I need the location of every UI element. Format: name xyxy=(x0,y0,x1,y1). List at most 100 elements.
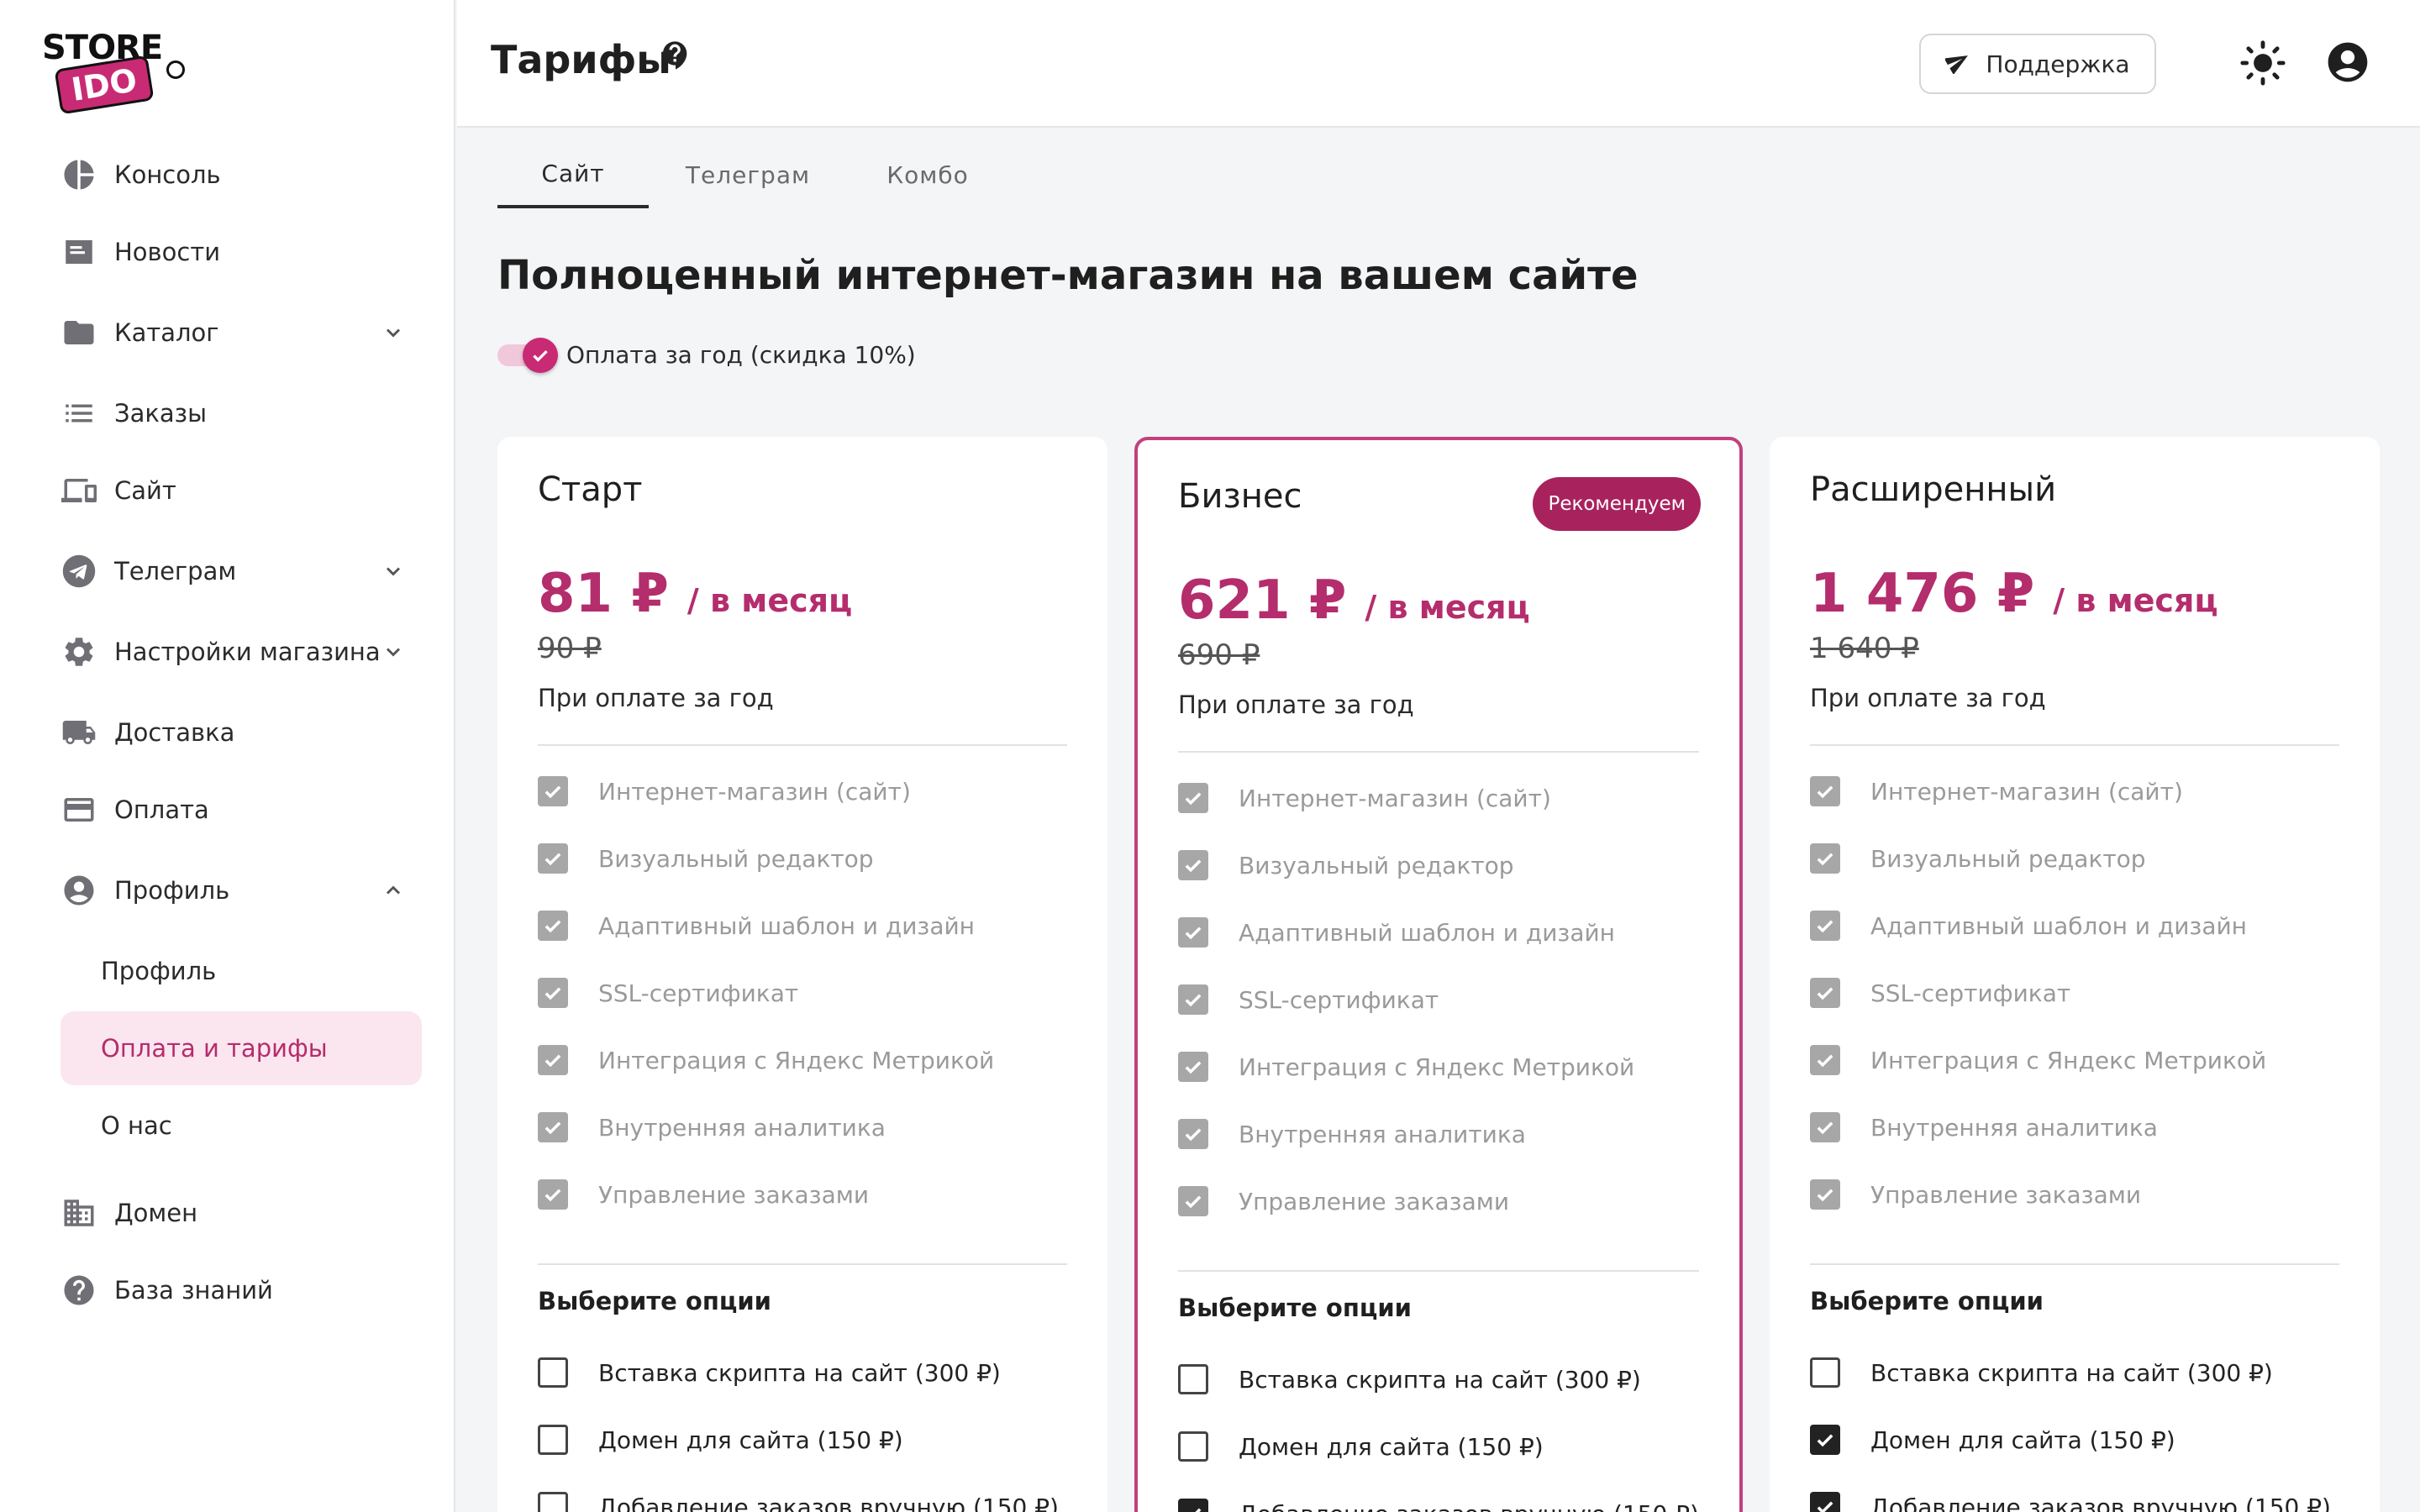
sidebar-item-delivery[interactable]: Доставка xyxy=(60,706,422,759)
feature-label: Внутренняя аналитика xyxy=(1239,1120,1526,1148)
subitem-label: О нас xyxy=(101,1111,172,1140)
sidebar-item-site[interactable]: Сайт xyxy=(60,464,422,517)
old-price: 690 ₽ xyxy=(1178,638,1260,672)
checkbox-checked-disabled-icon xyxy=(1178,917,1208,948)
plan-name: Бизнес xyxy=(1178,477,1302,516)
checkbox-checked-icon[interactable] xyxy=(1810,1425,1840,1455)
checkbox-checked-disabled-icon xyxy=(538,1045,568,1075)
checkbox-checked-disabled-icon xyxy=(1178,1052,1208,1082)
toggle-label: Оплата за год (скидка 10%) xyxy=(566,341,916,369)
divider xyxy=(1810,1263,2339,1265)
plan-card[interactable]: Расширенный 1 476 ₽ / в месяц 1 640 ₽ При … xyxy=(1770,437,2380,1512)
news-icon xyxy=(60,234,97,270)
checkbox-empty-icon[interactable] xyxy=(1178,1364,1208,1394)
checkbox-empty-icon[interactable] xyxy=(538,1425,568,1455)
feature-item: Интеграция с Яндекс Метрикой xyxy=(538,1040,994,1080)
sidebar-item-console[interactable]: Консоль xyxy=(60,148,422,202)
feature-item: Адаптивный шаблон и дизайн xyxy=(1178,912,1615,953)
chevron-up-icon[interactable] xyxy=(381,879,405,906)
option-label: Домен для сайта (150 ₽) xyxy=(1870,1425,2175,1454)
checkbox-checked-disabled-icon xyxy=(1810,978,1840,1008)
feature-label: Интеграция с Яндекс Метрикой xyxy=(1239,1053,1635,1081)
option-item[interactable]: Вставка скрипта на сайт (300 ₽) xyxy=(538,1352,1001,1393)
option-item[interactable]: Вставка скрипта на сайт (300 ₽) xyxy=(1178,1359,1641,1399)
checkbox-checked-disabled-icon xyxy=(1810,843,1840,874)
checkbox-empty-icon[interactable] xyxy=(538,1492,568,1512)
feature-item: SSL-сертификат xyxy=(1178,979,1439,1020)
option-item[interactable]: Вставка скрипта на сайт (300 ₽) xyxy=(1810,1352,2273,1393)
option-item[interactable]: Домен для сайта (150 ₽) xyxy=(1810,1420,2175,1460)
feature-item: Адаптивный шаблон и дизайн xyxy=(538,906,975,946)
sidebar-item-telegram[interactable]: Телеграм xyxy=(60,544,422,598)
tab-site[interactable]: Сайт xyxy=(497,141,649,208)
check-icon xyxy=(533,349,548,362)
feature-label: Визуальный редактор xyxy=(598,844,874,873)
option-label: Вставка скрипта на сайт (300 ₽) xyxy=(598,1358,1001,1387)
plan-name: Расширенный xyxy=(1810,470,2057,509)
yearly-payment-toggle[interactable]: Оплата за год (скидка 10%) xyxy=(497,337,916,373)
tab-label: Сайт xyxy=(541,159,605,187)
feature-label: Интеграция с Яндекс Метрикой xyxy=(1870,1046,2267,1074)
checkbox-checked-disabled-icon xyxy=(538,911,568,941)
feature-item: Управление заказами xyxy=(538,1174,869,1215)
sidebar-item-knowledge-base[interactable]: База знаний xyxy=(60,1263,422,1317)
checkbox-empty-icon[interactable] xyxy=(538,1357,568,1388)
recommended-badge: Рекомендуем xyxy=(1533,477,1701,531)
checkbox-checked-icon[interactable] xyxy=(1810,1492,1840,1512)
option-item[interactable]: Добавление заказов вручную (150 ₽) xyxy=(538,1487,1059,1512)
checkbox-checked-icon[interactable] xyxy=(1178,1499,1208,1512)
checkbox-checked-disabled-icon xyxy=(1810,911,1840,941)
divider xyxy=(538,1263,1067,1265)
toggle-track[interactable] xyxy=(497,337,558,373)
feature-item: Управление заказами xyxy=(1178,1181,1509,1221)
option-item[interactable]: Добавление заказов вручную (150 ₽) xyxy=(1810,1487,2331,1512)
feature-label: Адаптивный шаблон и дизайн xyxy=(1239,918,1615,947)
option-label: Домен для сайта (150 ₽) xyxy=(1239,1432,1544,1461)
tab-combo[interactable]: Комбо xyxy=(852,141,1003,208)
sidebar-item-catalog[interactable]: Каталог xyxy=(60,306,422,360)
feature-item: Интеграция с Яндекс Метрикой xyxy=(1810,1040,2266,1080)
section-title: Полноценный интернет-магазин на вашем са… xyxy=(497,252,1639,299)
sidebar-item-store-settings[interactable]: Настройки магазина xyxy=(60,625,422,679)
sidebar-subitem-about[interactable]: О нас xyxy=(60,1089,422,1163)
store-logo[interactable]: STORE IDO xyxy=(40,29,185,115)
sidebar-subitem-profile[interactable]: Профиль xyxy=(60,934,422,1008)
sun-icon[interactable] xyxy=(2238,39,2287,91)
list-icon xyxy=(60,395,97,432)
checkbox-empty-icon[interactable] xyxy=(1810,1357,1840,1388)
sidebar-item-news[interactable]: Новости xyxy=(60,225,422,279)
chevron-down-icon[interactable] xyxy=(381,321,405,348)
checkbox-checked-disabled-icon xyxy=(1810,1045,1840,1075)
sidebar-item-label: Заказы xyxy=(114,399,207,428)
option-item[interactable]: Добавление заказов вручную (150 ₽) xyxy=(1178,1494,1699,1512)
checkbox-checked-disabled-icon xyxy=(1810,776,1840,806)
tab-telegram[interactable]: Телеграм xyxy=(672,141,823,208)
option-item[interactable]: Домен для сайта (150 ₽) xyxy=(1178,1426,1544,1467)
sidebar-item-domain[interactable]: Домен xyxy=(60,1186,422,1240)
feature-item: SSL-сертификат xyxy=(538,973,798,1013)
sidebar-subitem-billing[interactable]: Оплата и тарифы xyxy=(60,1011,422,1085)
toggle-knob[interactable] xyxy=(523,337,558,373)
plan-card[interactable]: Бизнес Рекомендуем 621 ₽ / в месяц 690 ₽ Пр… xyxy=(1134,437,1743,1512)
checkbox-empty-icon[interactable] xyxy=(1178,1431,1208,1462)
pie-chart-icon xyxy=(60,156,97,193)
feature-label: Управление заказами xyxy=(598,1180,870,1209)
support-button[interactable]: Поддержка xyxy=(1919,34,2156,94)
plan-name: Старт xyxy=(538,470,643,509)
checkbox-checked-disabled-icon xyxy=(1178,984,1208,1015)
sidebar-item-profile[interactable]: Профиль xyxy=(60,864,422,917)
checkbox-checked-disabled-icon xyxy=(538,1112,568,1142)
sidebar-item-label: Доставка xyxy=(114,718,235,747)
feature-item: Внутренняя аналитика xyxy=(1178,1114,1526,1154)
option-label: Вставка скрипта на сайт (300 ₽) xyxy=(1239,1365,1641,1394)
help-icon[interactable] xyxy=(659,39,692,76)
chevron-down-icon[interactable] xyxy=(381,559,405,586)
chevron-down-icon[interactable] xyxy=(381,640,405,667)
feature-label: SSL-сертификат xyxy=(1870,979,2071,1007)
sidebar-item-payment[interactable]: Оплата xyxy=(60,783,422,837)
sidebar-item-orders[interactable]: Заказы xyxy=(60,386,422,440)
user-account-icon[interactable] xyxy=(2324,39,2371,89)
gear-icon xyxy=(60,633,97,670)
plan-card[interactable]: Старт 81 ₽ / в месяц 90 ₽ При оплате за го… xyxy=(497,437,1107,1512)
option-item[interactable]: Домен для сайта (150 ₽) xyxy=(538,1420,903,1460)
